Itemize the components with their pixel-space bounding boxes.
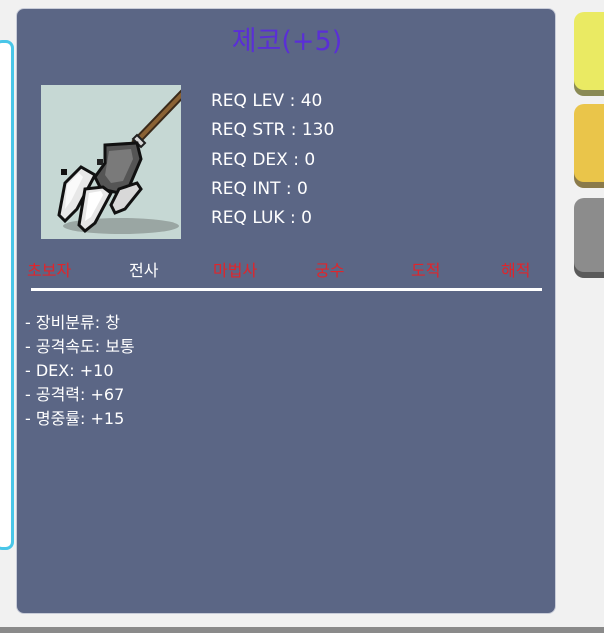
job-thief: 도적 <box>411 261 441 280</box>
req-int: REQ INT : 0 <box>211 178 308 199</box>
requirements-list: REQ LEV : 40 REQ STR : 130 REQ DEX : 0 R… <box>211 87 334 233</box>
item-icon-frame <box>41 85 181 239</box>
side-button-gray[interactable] <box>574 198 604 272</box>
stat-attack: - 공격력: +67 <box>25 385 125 404</box>
stat-category: - 장비분류: 창 <box>25 313 120 332</box>
left-panel-edge <box>0 40 14 550</box>
job-list: 초보자 전사 마법사 궁수 도적 해적 <box>17 257 557 281</box>
req-str: REQ STR : 130 <box>211 120 335 141</box>
item-stats: - 장비분류: 창 - 공격속도: 보통 - DEX: +10 - 공격력: +… <box>25 311 135 431</box>
job-pirate: 해적 <box>501 261 531 280</box>
side-button-gold[interactable] <box>574 104 604 182</box>
req-level: REQ LEV : 40 <box>211 91 323 111</box>
side-button-yellow[interactable] <box>574 12 604 90</box>
req-luk: REQ LUK : 0 <box>211 208 312 229</box>
job-archer: 궁수 <box>315 261 345 280</box>
screen: 제코(+5) REQ LEV: 40 REQ STR: 130 REQ DE… <box>0 0 604 633</box>
stat-attack-speed: - 공격속도: 보통 <box>25 337 135 356</box>
stat-dex: - DEX: +10 <box>25 361 114 380</box>
bottom-bar <box>0 627 604 633</box>
job-magician: 마법사 <box>213 261 258 280</box>
job-beginner: 초보자 <box>27 261 72 280</box>
polearm-trident-icon <box>57 89 181 234</box>
item-title: 제코(+5) <box>231 26 343 57</box>
item-tooltip: 제코(+5) REQ LEV: 40 REQ STR: 130 REQ DE… <box>16 8 556 614</box>
stat-accuracy: - 명중률: +15 <box>25 409 125 428</box>
req-dex: REQ DEX : 0 <box>211 149 316 170</box>
job-warrior: 전사 <box>129 261 159 280</box>
divider <box>31 288 542 291</box>
